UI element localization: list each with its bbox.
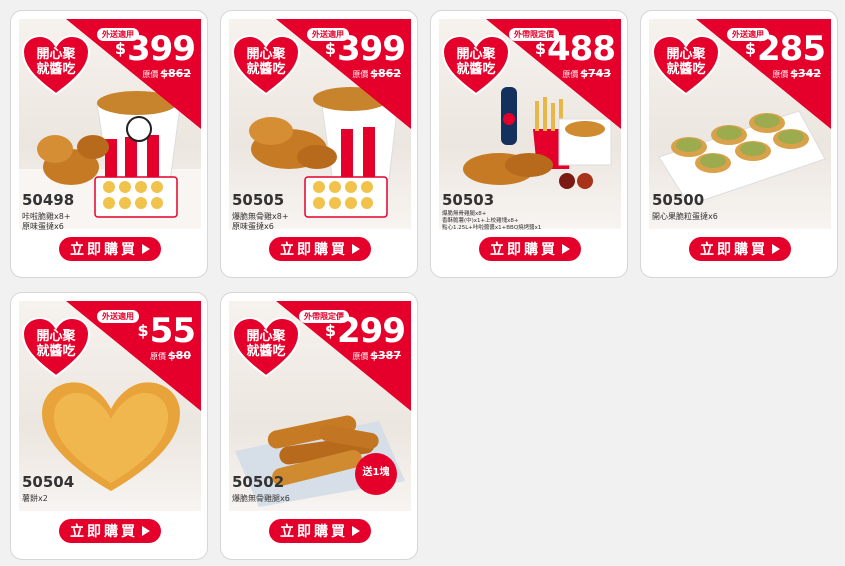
product-card[interactable]: 外帶限定價 $ 488 原價 $743 開心聚 就醬吃 50503 爆脆無骨雞腿x8… <box>430 10 628 278</box>
product-code: 50505 <box>232 191 285 209</box>
play-arrow-icon <box>142 244 150 254</box>
play-arrow-icon <box>142 526 150 536</box>
price: $ 285 <box>744 29 826 69</box>
product-card[interactable]: 外送適用 $ 285 原價 $342 開心聚 就醬吃 50500 開心果脆粒蛋撻x6… <box>640 10 838 278</box>
product-desc-line: 咔啦脆雞x8+ <box>22 212 71 221</box>
product-desc-line: 薯餅x2 <box>22 494 48 503</box>
original-price: 原價 $80 <box>150 349 191 362</box>
product-grid: 外送適用 $ 399 原價 $862 開心聚 就醬吃 50498 咔啦脆雞x8+ 原… <box>0 0 845 566</box>
promo-heart-logo: 開心聚 就醬吃 <box>231 34 301 96</box>
product-card[interactable]: 外送適用 $ 399 原價 $862 開心聚 就醬吃 50498 咔啦脆雞x8+ 原… <box>10 10 208 278</box>
original-price: 原價 $862 <box>352 67 401 80</box>
product-desc-line: 爆脆無骨雞腿x6 <box>232 494 290 503</box>
product-desc-line: 點心1.25L+咔啦醬醬x1+BBQ燒烤醬x1 <box>442 225 542 231</box>
play-arrow-icon <box>562 244 570 254</box>
play-arrow-icon <box>352 244 360 254</box>
original-price: 原價 $862 <box>142 67 191 80</box>
product-code: 50503 <box>442 191 495 209</box>
original-price: 原價 $387 <box>352 349 401 362</box>
product-code: 50502 <box>232 473 285 491</box>
buy-now-button[interactable]: 立即購買 <box>689 237 791 261</box>
product-desc-line: 香酥脆薯(中)x1+上校雞塊x8+ <box>442 218 519 224</box>
buy-now-button[interactable]: 立即購買 <box>269 519 371 543</box>
product-card[interactable]: 外帶限定價 $ 299 原價 $387 開心聚 就醬吃 送1塊 50502 爆脆無骨… <box>220 292 418 560</box>
original-price: 原價 $342 <box>772 67 821 80</box>
price: $ 488 <box>534 29 616 69</box>
bonus-badge: 送1塊 <box>355 453 397 495</box>
buy-now-button[interactable]: 立即購買 <box>269 237 371 261</box>
buy-now-button[interactable]: 立即購買 <box>59 519 161 543</box>
promo-heart-logo: 開心聚 就醬吃 <box>231 316 301 378</box>
delivery-tag: 外送適用 <box>97 310 139 323</box>
play-arrow-icon <box>772 244 780 254</box>
product-desc-line: 爆脆無骨雞x8+ <box>232 212 289 221</box>
product-code: 50504 <box>22 473 75 491</box>
buy-now-button[interactable]: 立即購買 <box>479 237 581 261</box>
promo-heart-logo: 開心聚 就醬吃 <box>651 34 721 96</box>
play-arrow-icon <box>352 526 360 536</box>
buy-now-button[interactable]: 立即購買 <box>59 237 161 261</box>
product-card[interactable]: 外送適用 $ 55 原價 $80 開心聚 就醬吃 50504 薯餅x2 立即購買 <box>10 292 208 560</box>
product-desc-line: 爆脆無骨雞腿x8+ <box>442 211 487 217</box>
product-code: 50500 <box>652 191 705 209</box>
promo-heart-logo: 開心聚 就醬吃 <box>21 316 91 378</box>
price: $ 399 <box>324 29 406 69</box>
product-desc-line: 原味蛋撻x6 <box>22 222 64 231</box>
product-code: 50498 <box>22 191 75 209</box>
product-desc-line: 原味蛋撻x6 <box>232 222 274 231</box>
promo-heart-logo: 開心聚 就醬吃 <box>21 34 91 96</box>
price: $ 399 <box>114 29 196 69</box>
product-card[interactable]: 外送適用 $ 399 原價 $862 開心聚 就醬吃 50505 爆脆無骨雞x8+ … <box>220 10 418 278</box>
product-desc-line: 開心果脆粒蛋撻x6 <box>652 212 718 221</box>
promo-heart-logo: 開心聚 就醬吃 <box>441 34 511 96</box>
original-price: 原價 $743 <box>562 67 611 80</box>
price: $ 55 <box>137 311 196 351</box>
price: $ 299 <box>324 311 406 351</box>
